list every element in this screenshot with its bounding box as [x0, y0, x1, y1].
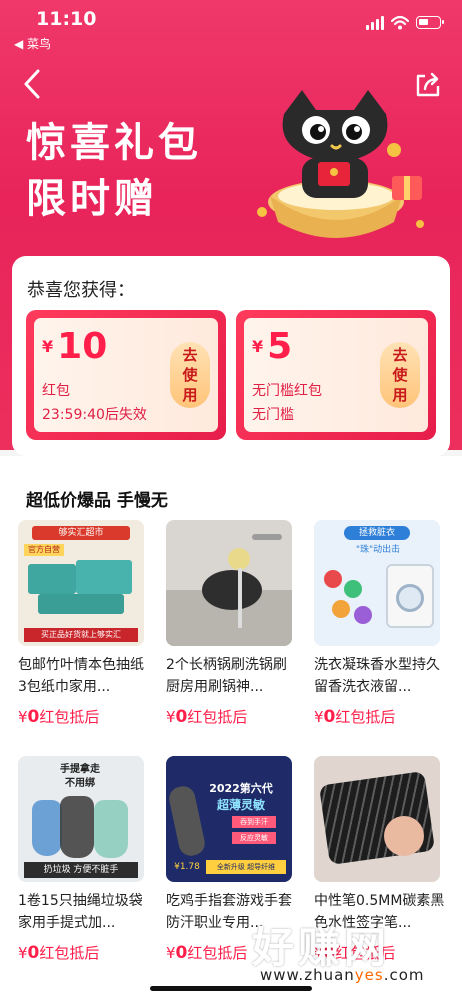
coupon-label: 红包 — [42, 383, 70, 399]
signal-icon — [366, 16, 384, 30]
product-price: ¥0红包抵后 — [166, 707, 248, 727]
back-to-app-link[interactable]: ◀ 菜鸟 — [14, 35, 51, 52]
product-name: 2个长柄锅刷洗锅刷厨房用刷锅神... — [166, 657, 287, 695]
image-badge-text: 官方自营 — [24, 544, 64, 556]
product-image: 够实汇超市 官方自营 买正品好货就上够实汇 — [18, 520, 144, 646]
section-title: 超低价爆品 手慢无 — [26, 491, 168, 511]
product-name: 中性笔0.5MM碳素黑色水性签字笔... — [314, 893, 445, 931]
coupon-amount: ¥10 — [42, 326, 107, 367]
image-footer-text: 全新升级 超导纤维 — [206, 860, 286, 874]
product-name: 包邮竹叶情本色抽纸3包纸巾家用... — [18, 657, 144, 695]
coupon-condition: 无门槛 — [252, 407, 294, 423]
coupon-value: 5 — [267, 326, 293, 367]
coupon-body: ¥10 红包 23:59:40后失效 去使用 — [34, 318, 218, 432]
image-headline-text: 2022第六代 — [209, 782, 273, 795]
coupon-expiry: 23:59:40后失效 — [42, 407, 147, 423]
image-headline-text: 手提拿走 — [60, 764, 100, 775]
product-price: ¥0红包抵后 — [18, 943, 100, 963]
product-card[interactable]: 手提拿走 不用绑 扔垃圾 方便不脏手 1卷15只抽绳垃圾袋家用手提式加... ¥… — [18, 756, 152, 963]
product-section: 超低价爆品 手慢无 够实汇超市 官方自营 买正品好货就上够实汇 包邮竹叶情本色抽… — [0, 456, 462, 1000]
product-card[interactable]: 够实汇超市 官方自营 买正品好货就上够实汇 包邮竹叶情本色抽纸3包纸巾家用...… — [18, 520, 152, 727]
product-price: ¥0红包抵后 — [18, 707, 100, 727]
hero-title-line2: 限时赠 — [26, 176, 158, 222]
product-card[interactable]: 2022第六代 超薄灵敏 吞到手汗 反应灵敏 全新升级 超导纤维 ¥1.78 吃… — [166, 756, 300, 963]
product-image: 2022第六代 超薄灵敏 吞到手汗 反应灵敏 全新升级 超导纤维 ¥1.78 — [166, 756, 292, 882]
image-banner-text: 够实汇超市 — [32, 526, 130, 540]
product-card[interactable]: 拯救脏衣 "珠"动出击 洗衣凝珠香水型持久留香洗衣液留... ¥0红包抵后 — [314, 520, 448, 727]
product-card[interactable]: 中性笔0.5MM碳素黑色水性签字笔... ¥0红包抵后 — [314, 756, 448, 963]
coupon-value: 10 — [57, 326, 108, 367]
home-indicator[interactable] — [150, 986, 312, 991]
product-name: 洗衣凝珠香水型持久留香洗衣液留... — [314, 657, 440, 695]
product-image — [314, 756, 440, 882]
use-coupon-button[interactable]: 去使用 — [380, 342, 420, 408]
product-name: 吃鸡手指套游戏手套防汗职业专用... — [166, 893, 292, 931]
status-time: 11:10 — [36, 8, 97, 30]
product-price: ¥0红包抵后 — [166, 943, 248, 963]
product-price: ¥0红包抵后 — [314, 943, 396, 963]
reward-panel-title: 恭喜您获得： — [27, 280, 135, 301]
image-subline-text: 不用绑 — [65, 778, 95, 789]
image-tag-text: 反应灵敏 — [232, 832, 276, 844]
image-subline-text: 超薄灵敏 — [216, 798, 265, 812]
back-arrow-icon[interactable] — [20, 68, 44, 100]
image-headline-text: 拯救脏衣 — [344, 526, 410, 540]
image-subline-text: "珠"动出击 — [355, 545, 401, 555]
product-name: 1卷15只抽绳垃圾袋家用手提式加... — [18, 893, 143, 931]
battery-icon — [416, 16, 444, 29]
image-tag-text: 吞到手汗 — [232, 816, 276, 828]
coupon-amount: ¥5 — [252, 326, 292, 367]
product-image: 手提拿走 不用绑 扔垃圾 方便不脏手 — [18, 756, 144, 882]
currency-symbol: ¥ — [252, 337, 264, 356]
image-footer-text: 买正品好货就上够实汇 — [24, 628, 138, 642]
product-price: ¥0红包抵后 — [314, 707, 396, 727]
wifi-icon — [391, 15, 409, 30]
coupon-card[interactable]: ¥10 红包 23:59:40后失效 去使用 — [26, 310, 226, 440]
product-image — [166, 520, 292, 646]
hero-title-line1: 惊喜礼包 — [26, 120, 202, 166]
reward-panel: 恭喜您获得： ¥10 红包 23:59:40后失效 去使用 ¥5 无门槛红包 无… — [12, 256, 450, 456]
status-bar: 11:10 ◀ 菜鸟 — [0, 0, 462, 56]
use-coupon-button[interactable]: 去使用 — [170, 342, 210, 408]
coupon-body: ¥5 无门槛红包 无门槛 去使用 — [244, 318, 428, 432]
currency-symbol: ¥ — [42, 337, 54, 356]
image-footer-text: 扔垃圾 方便不脏手 — [24, 862, 138, 878]
image-price-text: ¥1.78 — [174, 862, 200, 872]
coupon-card[interactable]: ¥5 无门槛红包 无门槛 去使用 — [236, 310, 436, 440]
coupon-label: 无门槛红包 — [252, 383, 322, 399]
tmall-cat-mascot-icon — [257, 90, 424, 238]
product-image: 拯救脏衣 "珠"动出击 — [314, 520, 440, 646]
product-card[interactable]: 2个长柄锅刷洗锅刷厨房用刷锅神... ¥0红包抵后 — [166, 520, 300, 727]
